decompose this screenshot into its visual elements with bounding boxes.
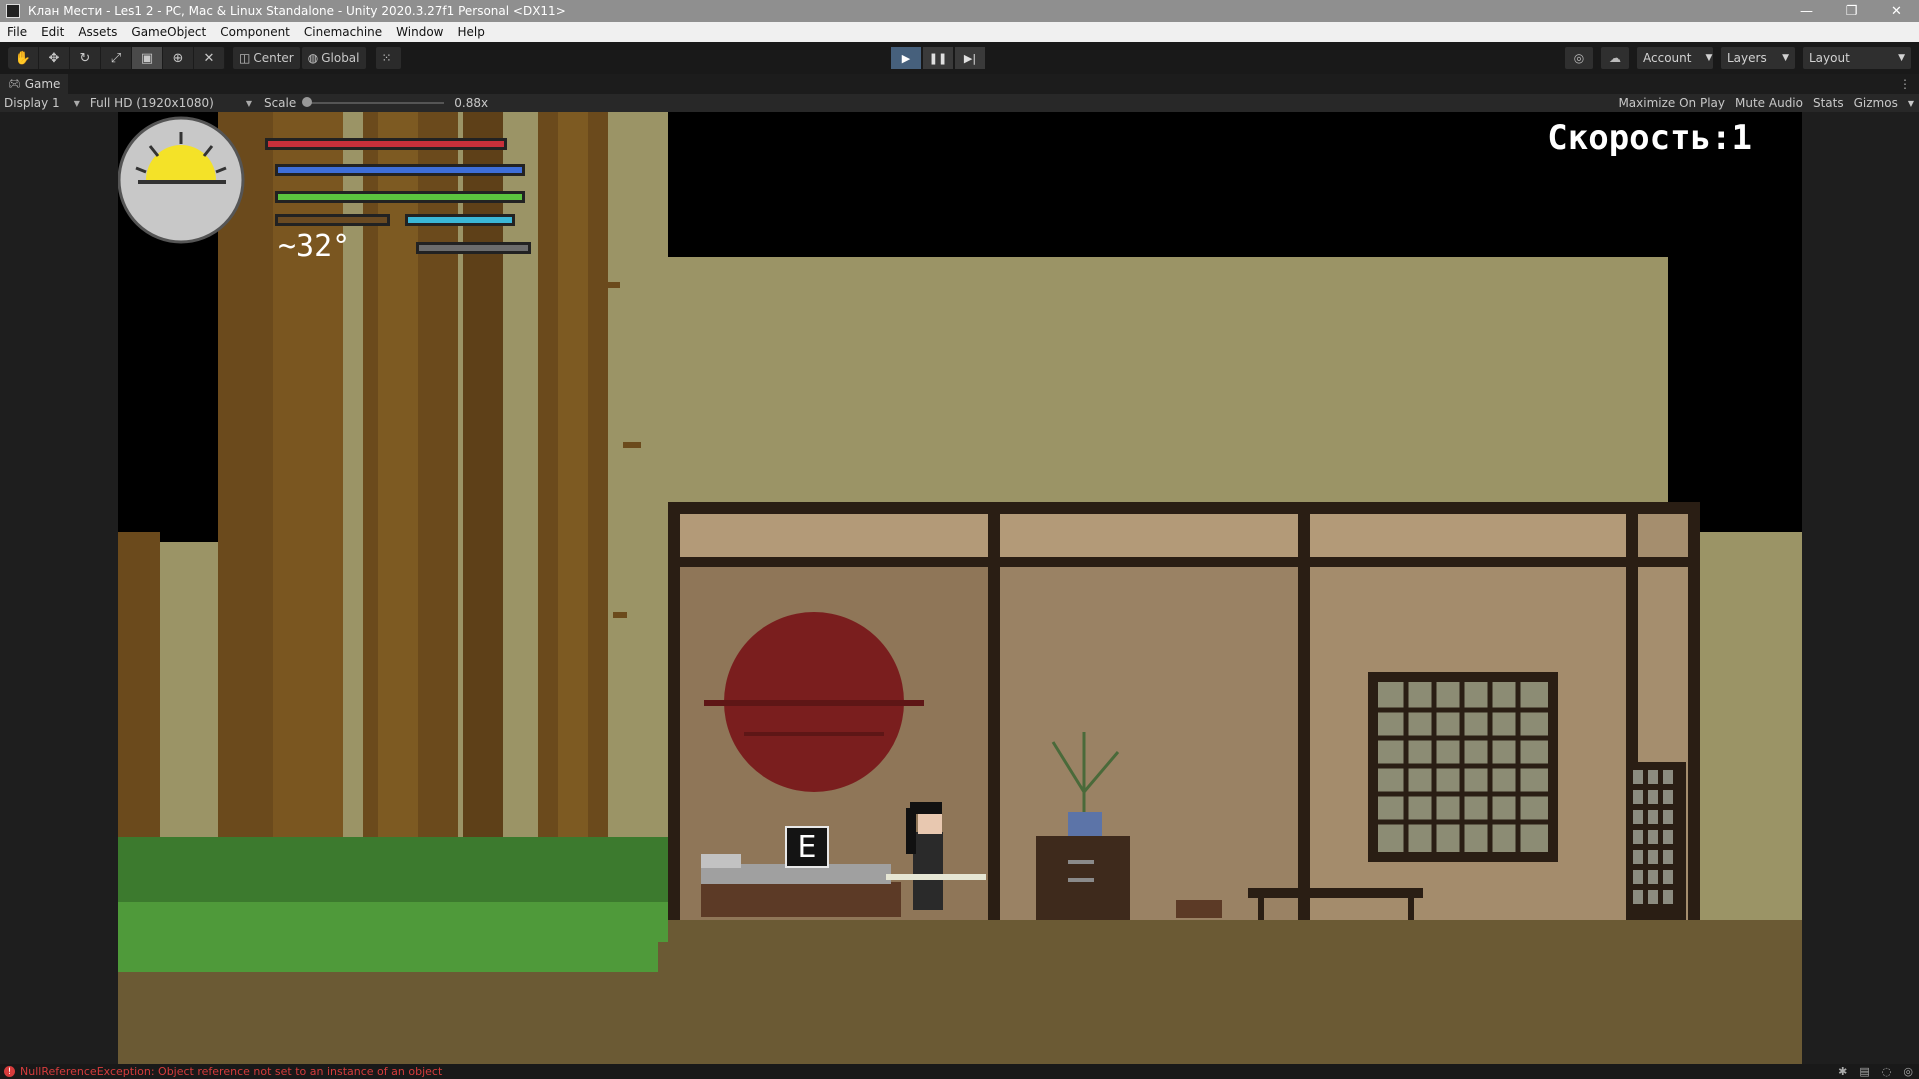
scale-value: 0.88x — [454, 96, 489, 110]
health-bar — [268, 141, 504, 147]
title-bar: Клан Мести - Les1 2 - PC, Mac & Linux St… — [0, 0, 1919, 22]
pivot-global-label: Global — [321, 51, 360, 65]
main-toolbar: ✋ ✥ ↻ ⤢ ▣ ⊕ ✕ ◫ Center ◍ Global ⁙ ▶ ❚❚ ▶… — [0, 42, 1919, 74]
temperature-readout: ~32° — [278, 229, 351, 264]
layout-dropdown[interactable]: Layout ▼ — [1803, 47, 1911, 69]
game-viewport[interactable]: ~32° Скорость:1 E — [0, 112, 1919, 1064]
extra-bar — [419, 245, 528, 251]
window-title: Клан Мести - Les1 2 - PC, Mac & Linux St… — [28, 4, 566, 18]
game-scene: ~32° Скорость:1 E — [118, 112, 1802, 1064]
chevron-down-icon: ▼ — [1782, 53, 1789, 63]
menu-component[interactable]: Component — [213, 25, 297, 39]
progress-icon[interactable]: ▤ — [1859, 1065, 1869, 1078]
hand-tool-icon[interactable]: ✋ — [8, 47, 39, 69]
menu-window[interactable]: Window — [389, 25, 450, 39]
stats-toggle[interactable]: Stats — [1808, 96, 1849, 110]
menu-assets[interactable]: Assets — [71, 25, 124, 39]
maximize-button[interactable]: ❐ — [1829, 0, 1874, 22]
pivot-icon: ◫ — [239, 51, 251, 65]
layout-label: Layout — [1809, 51, 1850, 65]
menu-edit[interactable]: Edit — [34, 25, 71, 39]
error-icon: ! — [4, 1066, 15, 1077]
game-view-toolbar: Display 1 ▼ Full HD (1920x1080) ▼ Scale … — [0, 94, 1919, 112]
menu-file[interactable]: File — [0, 25, 34, 39]
mana-bar — [278, 167, 522, 173]
gamepad-icon: 🎮︎ — [8, 78, 21, 90]
play-button[interactable]: ▶ — [891, 47, 921, 69]
account-dropdown[interactable]: Account ▼ — [1637, 47, 1713, 69]
tab-game-label: Game — [24, 77, 61, 91]
transform-tools: ✋ ✥ ↻ ⤢ ▣ ⊕ ✕ — [8, 47, 225, 69]
close-button[interactable]: ✕ — [1874, 0, 1919, 22]
rect-tool-icon[interactable]: ▣ — [132, 47, 163, 69]
debug-icon[interactable]: ✱ — [1838, 1065, 1847, 1078]
pivot-global-toggle[interactable]: ◍ Global — [301, 47, 366, 69]
scale-slider-handle[interactable] — [302, 97, 313, 107]
unity-logo-icon — [6, 4, 20, 18]
game-tab-bar: 🎮︎ Game ⋮ — [0, 74, 1919, 94]
chevron-down-icon: ▼ — [1898, 53, 1905, 63]
display-dropdown[interactable]: Display 1 ▼ — [0, 96, 84, 110]
console-error-message[interactable]: NullReferenceException: Object reference… — [20, 1065, 442, 1078]
gizmos-toggle[interactable]: Gizmos — [1849, 96, 1903, 110]
game-view-options: Maximize On Play Mute Audio Stats Gizmos… — [1613, 94, 1919, 112]
minimize-button[interactable]: — — [1784, 0, 1829, 22]
hunger-bar — [278, 217, 387, 223]
settings-icon[interactable]: ◎ — [1903, 1065, 1913, 1078]
menu-bar: File Edit Assets GameObject Component Ci… — [0, 22, 1919, 42]
resolution-dropdown[interactable]: Full HD (1920x1080) ▼ — [86, 96, 256, 110]
more-options-icon[interactable]: ⋮ — [1899, 77, 1911, 91]
status-icons: ✱ ▤ ◌ ◎ — [1826, 1065, 1913, 1078]
globe-icon: ◍ — [307, 51, 319, 65]
console-status-bar[interactable]: ! NullReferenceException: Object referen… — [0, 1064, 1919, 1079]
scene-art — [118, 112, 1802, 1064]
maximize-on-play-toggle[interactable]: Maximize On Play — [1613, 96, 1730, 110]
cloud-icon[interactable]: ☁ — [1601, 47, 1629, 69]
scale-slider[interactable] — [302, 97, 445, 107]
custom-tool-icon[interactable]: ✕ — [194, 47, 225, 69]
move-tool-icon[interactable]: ✥ — [39, 47, 70, 69]
chevron-down-icon: ▼ — [245, 98, 252, 108]
pivot-center-label: Center — [253, 51, 294, 65]
account-label: Account — [1643, 51, 1692, 65]
collab-icon[interactable]: ◎ — [1565, 47, 1593, 69]
chevron-down-icon: ▼ — [73, 98, 80, 108]
speed-readout: Скорость:1 — [1547, 118, 1752, 158]
tab-game[interactable]: 🎮︎ Game — [0, 74, 69, 94]
mute-audio-toggle[interactable]: Mute Audio — [1730, 96, 1808, 110]
grid-snap-button[interactable]: ⁙ — [375, 47, 401, 69]
network-icon[interactable]: ◌ — [1882, 1065, 1892, 1078]
day-cycle-icon — [118, 116, 245, 244]
menu-cinemachine[interactable]: Cinemachine — [297, 25, 389, 39]
transform-tool-icon[interactable]: ⊕ — [163, 47, 194, 69]
interact-key-prompt: E — [785, 826, 829, 868]
pause-button[interactable]: ❚❚ — [923, 47, 953, 69]
step-button[interactable]: ▶| — [955, 47, 985, 69]
toolbar-right: ◎ ☁ Account ▼ Layers ▼ Layout ▼ — [1557, 47, 1911, 69]
layers-dropdown[interactable]: Layers ▼ — [1721, 47, 1795, 69]
menu-gameobject[interactable]: GameObject — [124, 25, 213, 39]
chevron-down-icon[interactable]: ▼ — [1903, 99, 1919, 108]
chevron-down-icon: ▼ — [1705, 53, 1713, 63]
thirst-bar — [408, 217, 512, 223]
display-label: Display 1 — [4, 96, 60, 110]
play-controls: ▶ ❚❚ ▶| — [891, 47, 987, 69]
resolution-label: Full HD (1920x1080) — [89, 96, 214, 110]
scale-tool-icon[interactable]: ⤢ — [101, 47, 132, 69]
layers-label: Layers — [1727, 51, 1767, 65]
grid-snap-icon: ⁙ — [381, 51, 392, 65]
rotate-tool-icon[interactable]: ↻ — [70, 47, 101, 69]
scale-label: Scale — [263, 96, 297, 110]
scale-control: Scale 0.88x — [260, 96, 492, 110]
stamina-bar — [278, 194, 522, 200]
menu-help[interactable]: Help — [451, 25, 492, 39]
pivot-center-toggle[interactable]: ◫ Center — [233, 47, 300, 69]
